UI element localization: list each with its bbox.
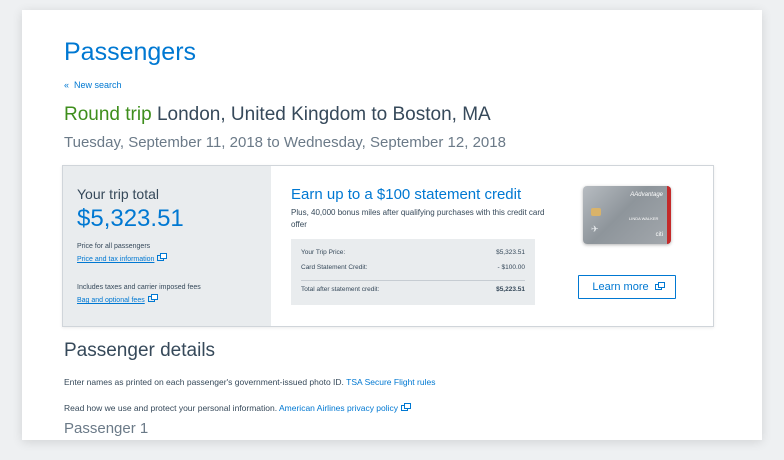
new-search-link[interactable]: « New search	[64, 80, 122, 90]
chip-icon	[591, 208, 601, 216]
offer-subtitle: Plus, 40,000 bonus miles after qualifyin…	[291, 208, 545, 229]
trip-price-row: Your Trip Price: $5,323.51	[301, 249, 525, 256]
card-stripe	[667, 186, 671, 244]
price-tax-info-label: Price and tax information	[77, 256, 155, 263]
external-link-icon	[157, 253, 168, 261]
offer-title: Earn up to a $100 statement credit	[291, 186, 522, 203]
passenger-1-heading: Passenger 1	[64, 420, 149, 437]
divider	[301, 280, 525, 281]
external-link-icon	[401, 403, 412, 411]
names-instruction: Enter names as printed on each passenger…	[64, 377, 435, 387]
card-issuer-logo: citi	[655, 232, 663, 238]
privacy-text: Read how we use and protect your persona…	[64, 403, 278, 413]
trip-summary-panel: Your trip total $5,323.51 Price for all …	[62, 165, 714, 327]
learn-more-label: Learn more	[592, 281, 649, 293]
row-value: $5,323.51	[496, 249, 525, 256]
external-link-icon	[147, 294, 158, 302]
privacy-notice: Read how we use and protect your persona…	[64, 403, 412, 413]
row-label: Card Statement Credit:	[301, 264, 368, 271]
trip-type: Round trip	[64, 104, 152, 125]
row-label: Total after statement credit:	[301, 286, 380, 293]
bag-fees-label: Bag and optional fees	[77, 297, 145, 304]
page-title: Passengers	[64, 38, 197, 66]
new-search-label: New search	[74, 80, 122, 90]
trip-route-heading: Round trip London, United Kingdom to Bos…	[64, 104, 491, 126]
passenger-details-title: Passenger details	[64, 340, 216, 361]
trip-dates: Tuesday, September 11, 2018 to Wednesday…	[64, 134, 506, 151]
trip-total-label: Your trip total	[77, 186, 159, 202]
trip-total-value: $5,323.51	[77, 205, 184, 232]
price-tax-info-link[interactable]: Price and tax information	[77, 253, 168, 263]
statement-credit-breakdown: Your Trip Price: $5,323.51 Card Statemen…	[291, 239, 535, 305]
row-label: Your Trip Price:	[301, 249, 346, 256]
tsa-secure-flight-link[interactable]: TSA Secure Flight rules	[346, 377, 435, 387]
includes-taxes-text: Includes taxes and carrier imposed fees	[77, 284, 201, 291]
external-link-icon	[654, 282, 665, 290]
privacy-policy-label: American Airlines privacy policy	[279, 403, 399, 413]
trip-route: London, United Kingdom to Boston, MA	[156, 104, 491, 125]
credit-card-image: AAdvantage ✈ LINDA WALKER citi	[583, 186, 671, 244]
card-brand-logo: AAdvantage	[630, 192, 663, 198]
chevron-left-icon: «	[64, 80, 70, 90]
page-card: Passengers « New search Round trip London…	[22, 10, 762, 440]
statement-credit-row: Card Statement Credit: - $100.00	[301, 264, 525, 271]
trip-total-section: Your trip total $5,323.51 Price for all …	[63, 166, 271, 326]
bag-fees-link[interactable]: Bag and optional fees	[77, 294, 158, 304]
names-text: Enter names as printed on each passenger…	[64, 377, 344, 387]
airplane-icon: ✈	[591, 224, 599, 234]
cardholder-name: LINDA WALKER	[629, 216, 659, 221]
privacy-policy-link[interactable]: American Airlines privacy policy	[279, 403, 412, 413]
learn-more-button[interactable]: Learn more	[578, 275, 676, 299]
row-value: - $100.00	[497, 264, 525, 271]
price-for-all-text: Price for all passengers	[77, 243, 151, 250]
total-after-credit-row: Total after statement credit: $5,223.51	[301, 286, 525, 293]
row-value: $5,223.51	[496, 286, 525, 293]
